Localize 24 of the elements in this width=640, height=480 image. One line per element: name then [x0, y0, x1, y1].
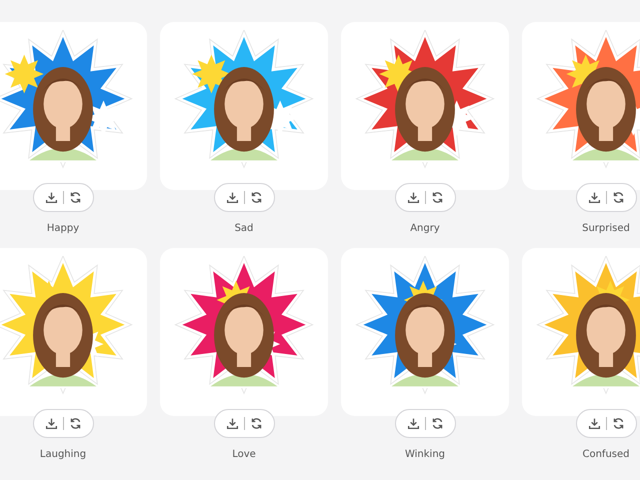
- refresh-icon: [430, 191, 444, 204]
- sticker-label: Winking: [404, 448, 446, 462]
- refresh-icon: [612, 417, 624, 430]
- sticker-label: Angry: [410, 222, 440, 236]
- refresh-icon: [68, 417, 82, 430]
- refresh-icon: [430, 417, 444, 430]
- sticker-label: Love: [232, 448, 256, 462]
- download-icon: [226, 191, 238, 204]
- download-icon: [226, 417, 238, 430]
- sticker-label: Happy: [46, 222, 80, 236]
- download-icon: [588, 417, 600, 430]
- refresh-icon: [68, 191, 82, 204]
- sticker-label: Laughing: [40, 448, 86, 462]
- download-icon: [406, 191, 420, 204]
- refresh-icon: [250, 417, 262, 430]
- download-icon: [406, 417, 420, 430]
- sticker-label: Confused: [582, 448, 630, 462]
- sticker-label: Sad: [234, 222, 254, 236]
- download-icon: [588, 191, 600, 204]
- sticker-label: Surprised: [582, 222, 630, 236]
- download-icon: [44, 191, 58, 204]
- refresh-icon: [250, 191, 262, 204]
- refresh-icon: [612, 191, 624, 204]
- download-icon: [44, 417, 58, 430]
